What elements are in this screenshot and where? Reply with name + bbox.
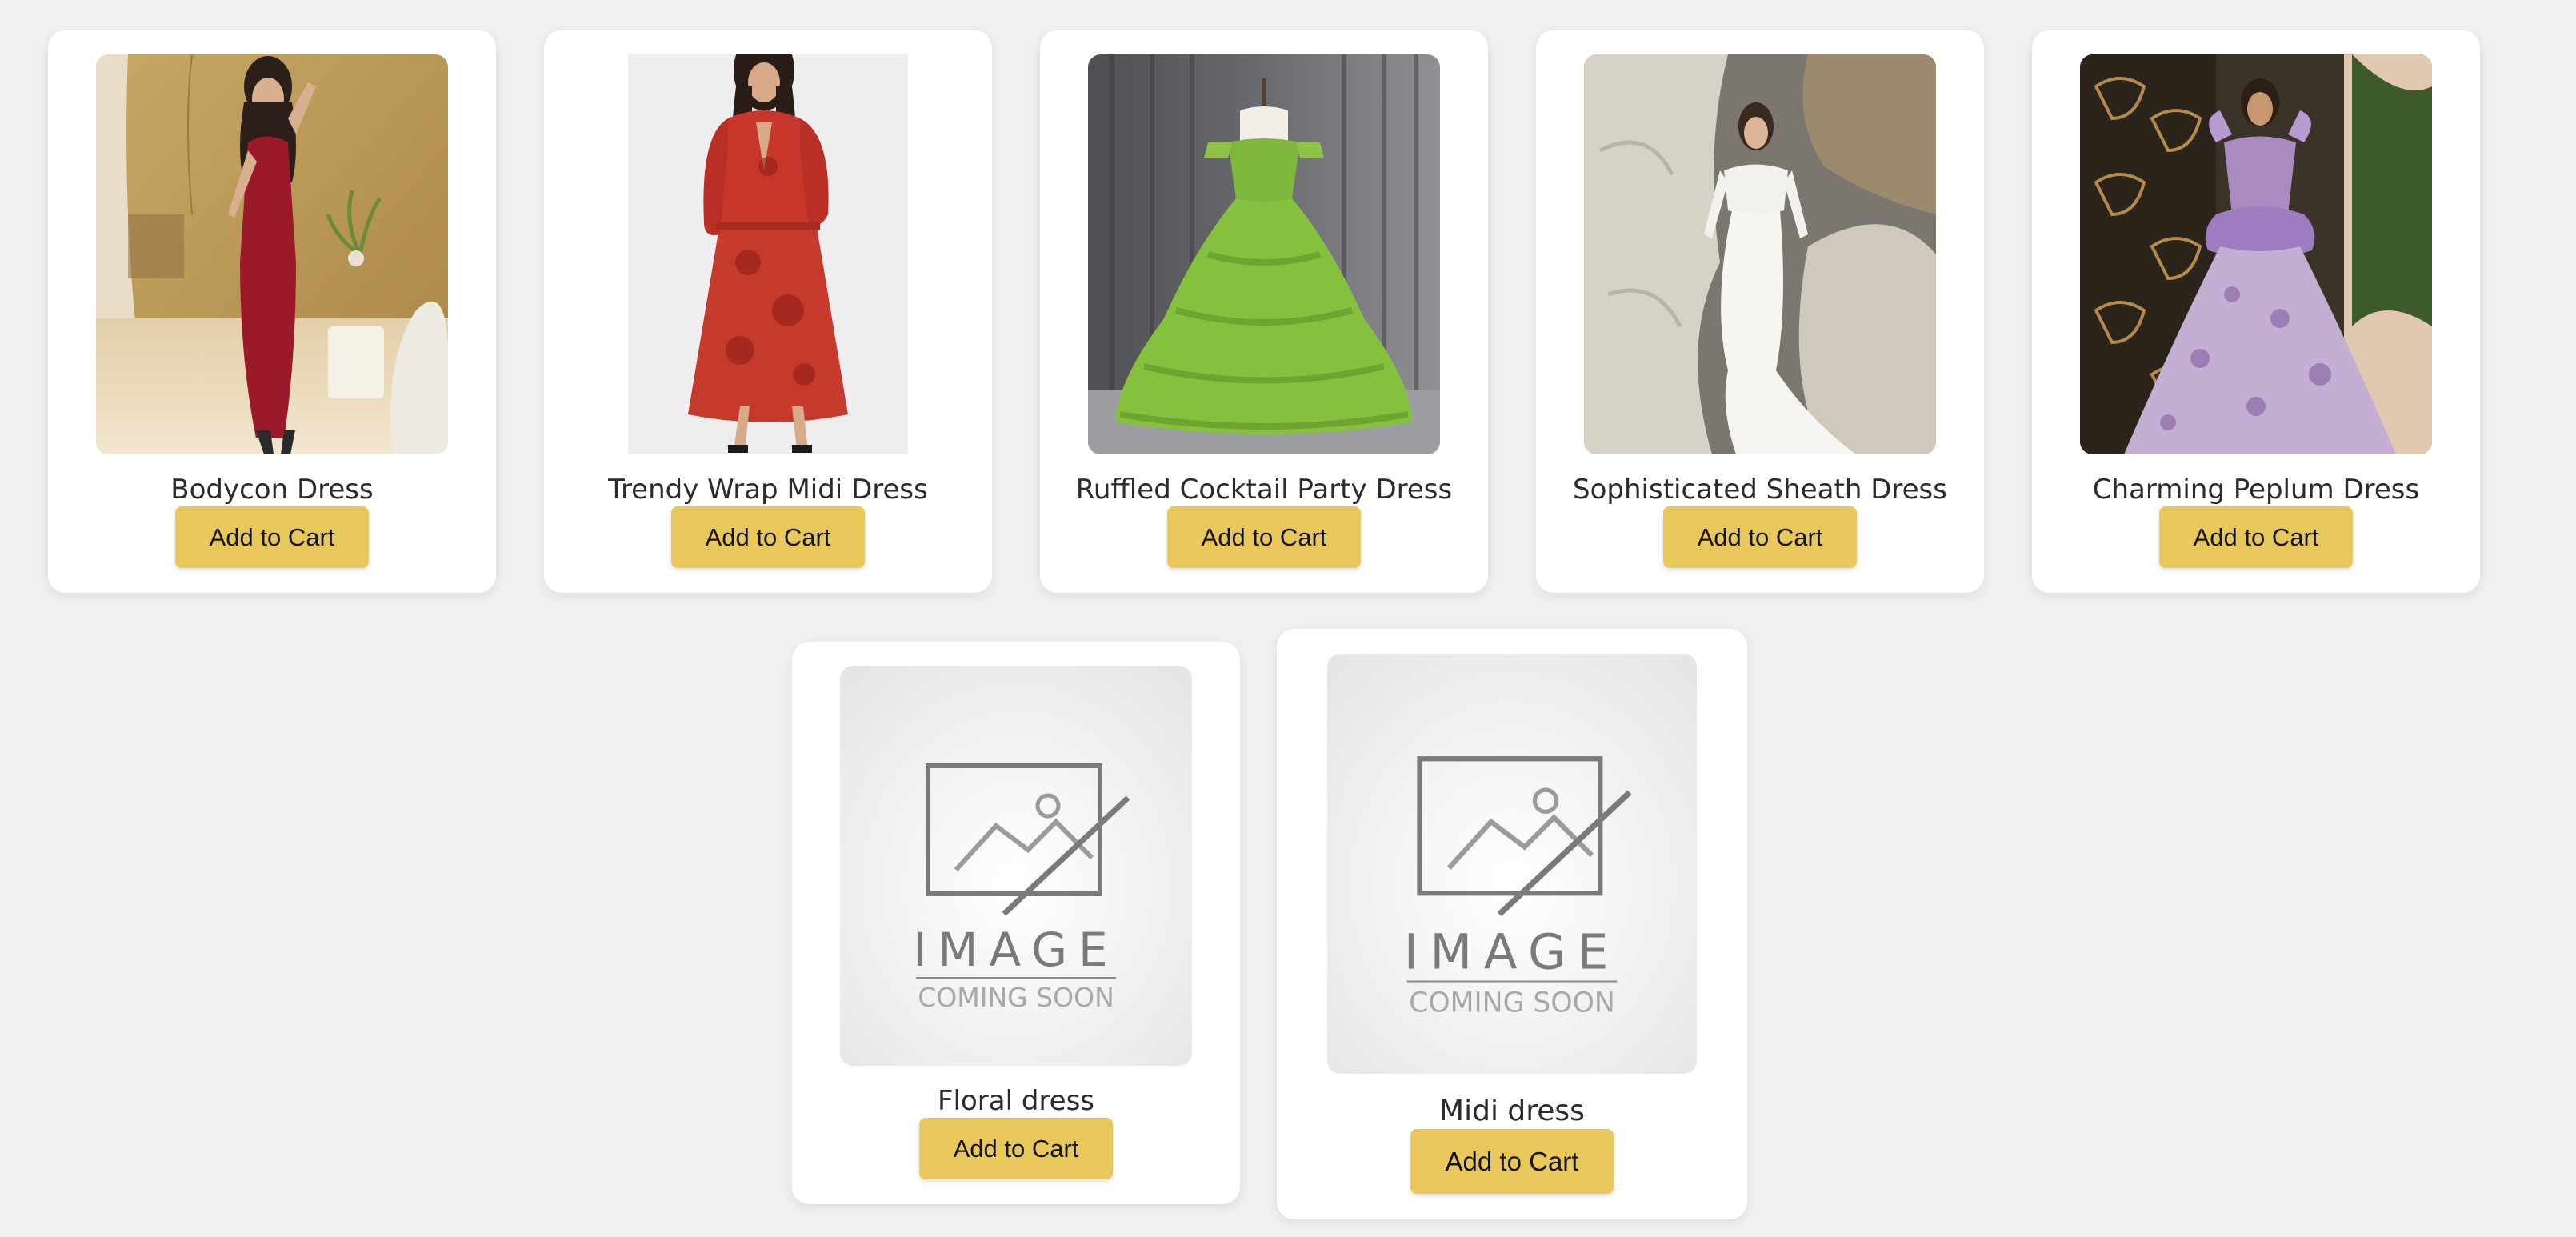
add-to-cart-button[interactable]: Add to Cart	[671, 506, 865, 568]
product-card: Bodycon Dress Add to Cart	[48, 30, 496, 593]
add-to-cart-button[interactable]: Add to Cart	[1410, 1129, 1614, 1194]
product-title: Midi dress	[1439, 1095, 1585, 1127]
product-image[interactable]: IMAGE COMING SOON	[1327, 654, 1697, 1074]
add-to-cart-button[interactable]: Add to Cart	[175, 506, 369, 568]
add-to-cart-button[interactable]: Add to Cart	[919, 1118, 1113, 1179]
product-title: Bodycon Dress	[170, 474, 374, 506]
product-card: Charming Peplum Dress Add to Cart	[2032, 30, 2480, 593]
product-card: Trendy Wrap Midi Dress Add to Cart	[544, 30, 992, 593]
product-image[interactable]: IMAGE COMING SOON	[840, 666, 1192, 1066]
product-card: Ruffled Cocktail Party Dress Add to Cart	[1040, 30, 1488, 593]
placeholder-subtitle: COMING SOON	[918, 982, 1114, 1013]
product-title: Floral dress	[937, 1085, 1095, 1117]
product-image[interactable]	[628, 54, 908, 454]
placeholder-subtitle: COMING SOON	[1409, 987, 1615, 1019]
product-card: Sophisticated Sheath Dress Add to Cart	[1536, 30, 1984, 593]
placeholder-title: IMAGE	[1404, 924, 1620, 981]
add-to-cart-button[interactable]: Add to Cart	[1663, 506, 1857, 568]
product-title: Trendy Wrap Midi Dress	[608, 474, 928, 506]
product-title: Ruffled Cocktail Party Dress	[1075, 474, 1453, 506]
placeholder-title: IMAGE	[913, 923, 1118, 977]
product-image[interactable]	[1584, 54, 1936, 454]
product-image[interactable]	[96, 54, 448, 454]
add-to-cart-button[interactable]: Add to Cart	[2159, 506, 2353, 568]
product-card: IMAGE COMING SOON Floral dress Add to Ca…	[792, 642, 1240, 1204]
product-card: IMAGE COMING SOON Midi dress Add to Cart	[1277, 629, 1747, 1219]
product-image[interactable]	[2080, 54, 2432, 454]
product-image[interactable]	[1088, 54, 1440, 454]
product-title: Sophisticated Sheath Dress	[1573, 474, 1947, 506]
product-title: Charming Peplum Dress	[2092, 474, 2420, 506]
add-to-cart-button[interactable]: Add to Cart	[1167, 506, 1361, 568]
